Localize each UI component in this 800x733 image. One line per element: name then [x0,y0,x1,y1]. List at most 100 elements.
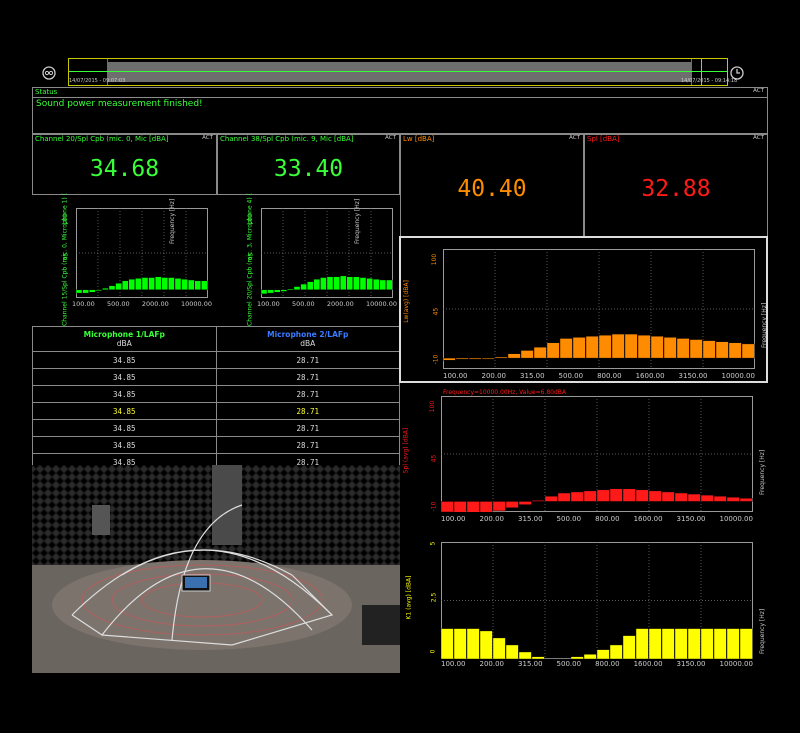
spl-chart-panel[interactable]: Frequency=10000.00Hz, Value=6.80dBA Spl … [399,385,768,530]
bar [359,277,367,291]
chart-ylabel: Lw(avg) [dBA] [402,280,410,323]
bar [76,289,83,294]
table-cell: 28.71 [215,368,400,386]
xtick: 200.00 [479,660,505,668]
timeline-end-label: 14/07/2015 - 09:14:18 [681,78,738,84]
bar [386,279,393,291]
chart-ytick-mid: 45 [62,252,70,261]
bar [492,637,506,659]
anechoic-chamber-photo [32,465,400,673]
xtick: 3150.00 [676,660,706,668]
xtick: 100.00 [441,515,466,523]
bar [700,628,714,659]
bar [455,357,469,360]
bar [531,500,545,502]
chart-ytick-mid: 45 [247,252,255,261]
clock-icon[interactable] [730,65,744,80]
numeric-panel-lw: Lw [dBA] ACT 40.40 [400,134,584,237]
table-row[interactable]: 34.85 28.71 [32,351,400,369]
table-row-highlighted[interactable]: 34.85 28.71 [32,402,400,420]
bar [598,334,612,359]
header-label: Microphone 2/LAFp [267,330,349,339]
bar [115,283,122,291]
table-cell: 34.85 [32,436,217,454]
bar [326,276,334,291]
bar [168,277,175,291]
chart-ytick: 45 [432,307,440,316]
timeline-bar[interactable]: 14/07/2015 - 09:07:03 14/07/2015 - 09:14… [68,58,737,86]
table-row[interactable]: 34.85 28.71 [32,419,400,437]
table-header-mic-1[interactable]: Microphone 1/LAFp dBA [32,326,217,352]
header-unit: dBA [300,339,316,348]
chart-ytick-top: 100 [62,213,70,226]
bar [689,339,703,359]
bar [531,656,545,659]
chart-xticks: 100.00 200.00 315.00 500.00 800.00 1600.00 315… [441,515,753,523]
numeric-act-label: ACT [385,135,396,141]
bar [635,489,649,502]
recorder-icon[interactable] [42,65,56,80]
chart-xticks: 100.00 200.00 315.00 500.00 800.00 1600.00 315… [443,372,755,380]
table-header-row: Microphone 1/LAFp dBA Microphone 2/LAFp … [32,326,400,352]
numeric-title: Channel 38/Spl Cpb (mic. 9, Mic [dBA] [220,135,354,143]
numeric-value: 40.40 [457,176,527,202]
bar [544,495,558,502]
bar [273,289,281,293]
table-row[interactable]: 34.85 28.71 [32,436,400,454]
table-row[interactable]: 34.85 28.71 [32,368,400,386]
bar [102,287,109,291]
timeline-start-label: 14/07/2015 - 09:07:03 [69,78,126,84]
bar [661,491,675,502]
bar [453,628,467,659]
xtick: 800.00 [597,372,622,380]
chart-plot [441,542,753,659]
bar [715,341,729,359]
table-cell: 34.85 [32,419,217,437]
bar [546,342,560,359]
bar [194,280,202,291]
chart-ytick-top: 100 [247,213,255,226]
bar [505,644,519,659]
chart-xlabel: Frequency [Hz] [761,302,768,348]
bar [372,278,380,291]
bar [622,488,636,502]
xtick: 100.00 [72,300,95,308]
lw-chart-panel[interactable]: Lw(avg) [dBA] 100 45 -10 Frequency [Hz] … [399,236,768,383]
bar [333,276,340,291]
bar [650,336,664,359]
header-label: Microphone 1/LAFp [83,330,165,339]
header-unit: dBA [116,339,132,348]
k1-chart-panel[interactable]: K1 (avg) [dBA] 5 2.5 0 Frequency [Hz] 10… [399,532,768,673]
bar [583,490,597,502]
xtick: 1600.00 [635,372,665,380]
bar [261,289,268,295]
numeric-act-label: ACT [753,135,764,141]
bar [609,644,623,659]
table-header-mic-2[interactable]: Microphone 2/LAFp dBA [215,326,400,352]
bar [154,276,162,291]
chart-xlabel: Frequency [Hz] [759,449,766,495]
table-row[interactable]: 34.85 28.71 [32,385,400,403]
bar [313,278,320,291]
xtick: 500.00 [556,515,582,523]
xtick: 500.00 [556,660,582,668]
chart-plot [261,208,393,298]
bar [466,501,480,512]
bar [687,628,701,659]
xtick: 315.00 [520,372,545,380]
bar [135,278,142,291]
numeric-panel-channel-38: Channel 38/Spl Cpb (mic. 9, Mic [dBA] AC… [217,134,400,195]
bar [726,497,740,502]
xtick: 100.00 [443,372,468,380]
bar [728,342,742,359]
xtick: 1600.00 [633,660,663,668]
table-cell: 28.71 [215,402,400,420]
bar [479,630,493,659]
chart-plot [76,208,208,298]
xtick: 200.00 [479,515,505,523]
bar [583,654,597,659]
table-cell: 34.85 [32,368,217,386]
numeric-value: 34.68 [89,156,160,182]
bar [518,651,532,659]
status-panel: Status ACT Sound power measurement finis… [32,87,768,134]
